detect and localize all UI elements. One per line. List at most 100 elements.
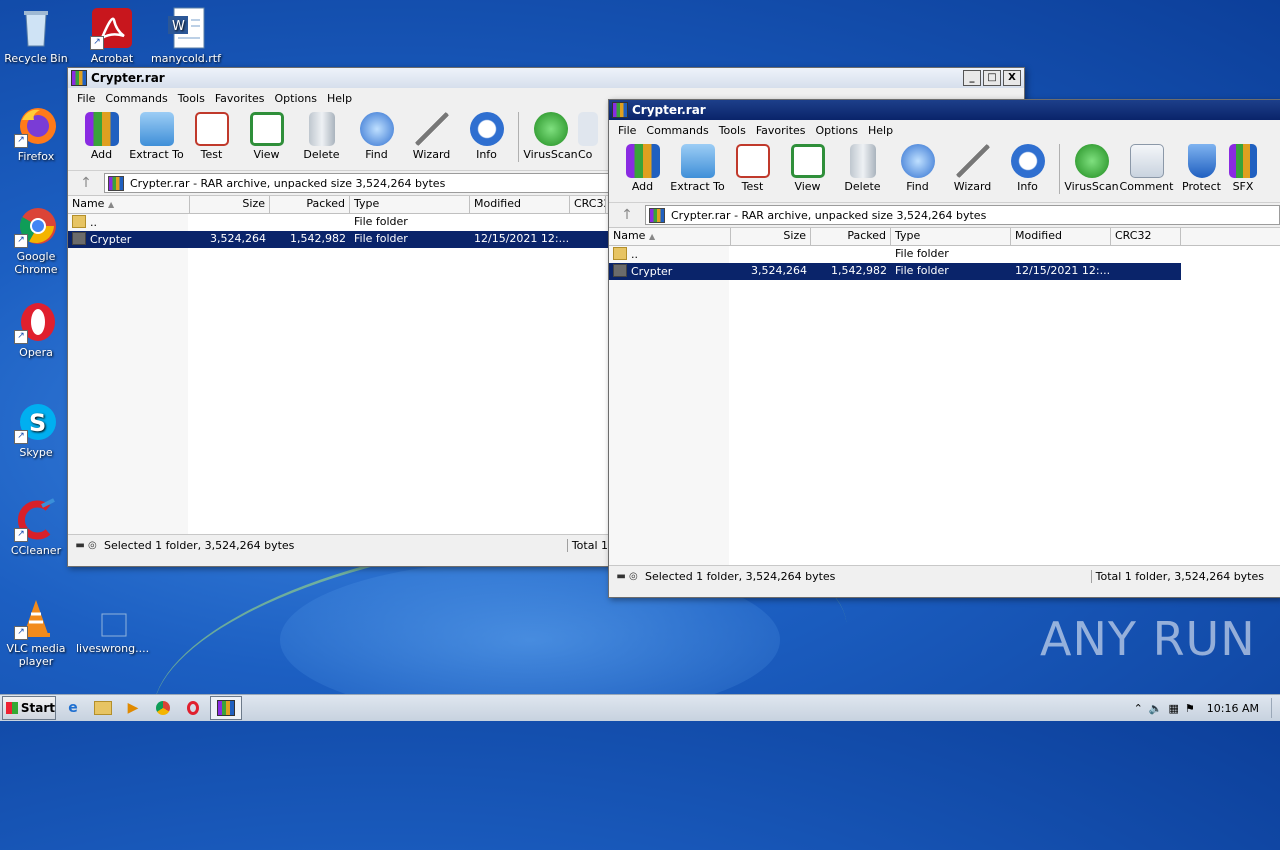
desktop-icon-chrome[interactable]: ↗ Google Chrome — [0, 204, 72, 276]
taskbar-ie[interactable]: e — [60, 697, 86, 719]
show-hidden-icons-icon[interactable]: ⌃ — [1134, 702, 1143, 715]
table-row[interactable]: .. File folder — [609, 246, 1280, 263]
menu-favorites[interactable]: Favorites — [751, 124, 811, 137]
menu-favorites[interactable]: Favorites — [210, 92, 270, 105]
desktop-icon-manycold[interactable]: W manycold.rtf — [150, 6, 222, 65]
comment-button[interactable]: Co — [578, 112, 598, 161]
taskbar-media-player[interactable]: ▶ — [120, 697, 146, 719]
test-button[interactable]: Test — [725, 144, 780, 193]
column-packed[interactable]: Packed — [811, 228, 891, 245]
maximize-button[interactable]: □ — [983, 70, 1001, 86]
drive-icon[interactable]: ▬ ◎ — [68, 540, 104, 551]
up-arrow-icon[interactable]: ↑ — [609, 207, 645, 223]
window-titlebar[interactable]: Crypter.rar — [609, 100, 1280, 120]
desktop-icon-ccleaner[interactable]: ↗ CCleaner — [0, 498, 72, 557]
action-center-flag-icon[interactable]: ⚑ — [1185, 702, 1195, 715]
winrar-window-active[interactable]: Crypter.rar File Commands Tools Favorite… — [608, 99, 1280, 598]
status-selection: Selected 1 folder, 3,524,264 bytes — [645, 569, 836, 583]
wizard-button[interactable]: Wizard — [945, 144, 1000, 193]
extract-to-button[interactable]: Extract To — [129, 112, 184, 161]
column-crc32[interactable]: CRC32 — [570, 196, 606, 213]
extract-to-button[interactable]: Extract To — [670, 144, 725, 193]
show-desktop-button[interactable] — [1271, 698, 1272, 718]
table-row-selected[interactable]: Crypter 3,524,264 1,542,982 File folder … — [68, 231, 608, 248]
delete-button[interactable]: Delete — [835, 144, 890, 193]
menu-bar: File Commands Tools Favorites Options He… — [609, 120, 1280, 140]
desktop-icon-firefox[interactable]: ↗ Firefox — [0, 104, 72, 163]
taskbar-explorer[interactable] — [90, 697, 116, 719]
find-button[interactable]: Find — [349, 112, 404, 161]
path-field[interactable]: Crypter.rar - RAR archive, unpacked size… — [645, 205, 1280, 225]
comment-button[interactable]: Comment — [1119, 144, 1174, 193]
close-button[interactable]: X — [1003, 70, 1021, 86]
table-row-selected[interactable]: Crypter 3,524,264 1,542,982 File folder … — [609, 263, 1181, 280]
toolbar-separator — [518, 112, 519, 162]
view-button[interactable]: View — [780, 144, 835, 193]
desktop-icon-liveswrong[interactable]: liveswrong.... — [76, 596, 149, 655]
desktop-icon-label: manycold.rtf — [151, 52, 221, 65]
drive-icon[interactable]: ▬ ◎ — [609, 571, 645, 582]
column-size[interactable]: Size — [190, 196, 270, 213]
menu-tools[interactable]: Tools — [714, 124, 751, 137]
find-button[interactable]: Find — [890, 144, 945, 193]
column-size[interactable]: Size — [731, 228, 811, 245]
column-type[interactable]: Type — [891, 228, 1011, 245]
column-modified[interactable]: Modified — [1011, 228, 1111, 245]
network-icon[interactable]: ▦ — [1169, 702, 1179, 715]
desktop-icon-recycle-bin[interactable]: Recycle Bin — [0, 6, 72, 65]
menu-options[interactable]: Options — [270, 92, 322, 105]
add-button[interactable]: Add — [74, 112, 129, 161]
column-crc32[interactable]: CRC32 — [1111, 228, 1181, 245]
menu-options[interactable]: Options — [811, 124, 863, 137]
column-modified[interactable]: Modified — [470, 196, 570, 213]
desktop-icon-acrobat[interactable]: ↗ Acrobat — [76, 6, 148, 65]
virusscan-button[interactable]: VirusScan — [1064, 144, 1119, 193]
taskbar-opera[interactable] — [180, 697, 206, 719]
folder-icon — [72, 215, 86, 228]
menu-file[interactable]: File — [613, 124, 641, 137]
info-button[interactable]: Info — [459, 112, 514, 161]
info-button[interactable]: Info — [1000, 144, 1055, 193]
menu-commands[interactable]: Commands — [641, 124, 713, 137]
menu-file[interactable]: File — [72, 92, 100, 105]
winrar-icon — [108, 175, 124, 191]
clock[interactable]: 10:16 AM — [1201, 702, 1265, 715]
column-name[interactable]: Name ▲ — [68, 196, 190, 213]
up-arrow-icon[interactable]: ↑ — [68, 175, 104, 191]
recycle-bin-icon — [14, 6, 58, 50]
column-packed[interactable]: Packed — [270, 196, 350, 213]
winrar-icon — [612, 102, 628, 118]
menu-help[interactable]: Help — [863, 124, 898, 137]
test-button[interactable]: Test — [184, 112, 239, 161]
desktop-icon-label: Acrobat — [90, 52, 134, 65]
desktop-icon-opera[interactable]: ↗ Opera — [0, 300, 72, 359]
sfx-button[interactable]: SFX — [1229, 144, 1257, 193]
taskbar-chrome[interactable] — [150, 697, 176, 719]
file-list[interactable]: .. File folder Crypter 3,524,264 1,542,9… — [68, 214, 608, 534]
wizard-button[interactable]: Wizard — [404, 112, 459, 161]
window-titlebar[interactable]: Crypter.rar _ □ X — [68, 68, 1024, 88]
file-list[interactable]: .. File folder Crypter 3,524,264 1,542,9… — [609, 246, 1280, 565]
taskbar-winrar[interactable] — [210, 696, 242, 720]
view-button[interactable]: View — [239, 112, 294, 161]
menu-commands[interactable]: Commands — [100, 92, 172, 105]
protect-button[interactable]: Protect — [1174, 144, 1229, 193]
view-book-icon — [249, 112, 284, 146]
delete-trash-icon — [849, 144, 876, 178]
minimize-button[interactable]: _ — [963, 70, 981, 86]
desktop-icon-skype[interactable]: S ↗ Skype — [0, 400, 72, 459]
column-name[interactable]: Name ▲ — [609, 228, 731, 245]
menu-help[interactable]: Help — [322, 92, 357, 105]
table-row[interactable]: .. File folder — [68, 214, 608, 231]
column-type[interactable]: Type — [350, 196, 470, 213]
volume-icon[interactable]: 🔈 — [1149, 702, 1163, 715]
virusscan-button[interactable]: VirusScan — [523, 112, 578, 161]
acrobat-icon: ↗ — [90, 6, 134, 50]
add-button[interactable]: Add — [615, 144, 670, 193]
start-button[interactable]: Start — [2, 696, 56, 720]
window-title: Crypter.rar — [91, 71, 165, 85]
opera-icon — [187, 701, 199, 715]
delete-button[interactable]: Delete — [294, 112, 349, 161]
menu-tools[interactable]: Tools — [173, 92, 210, 105]
desktop-icon-vlc[interactable]: ↗ VLC media player — [0, 596, 72, 668]
